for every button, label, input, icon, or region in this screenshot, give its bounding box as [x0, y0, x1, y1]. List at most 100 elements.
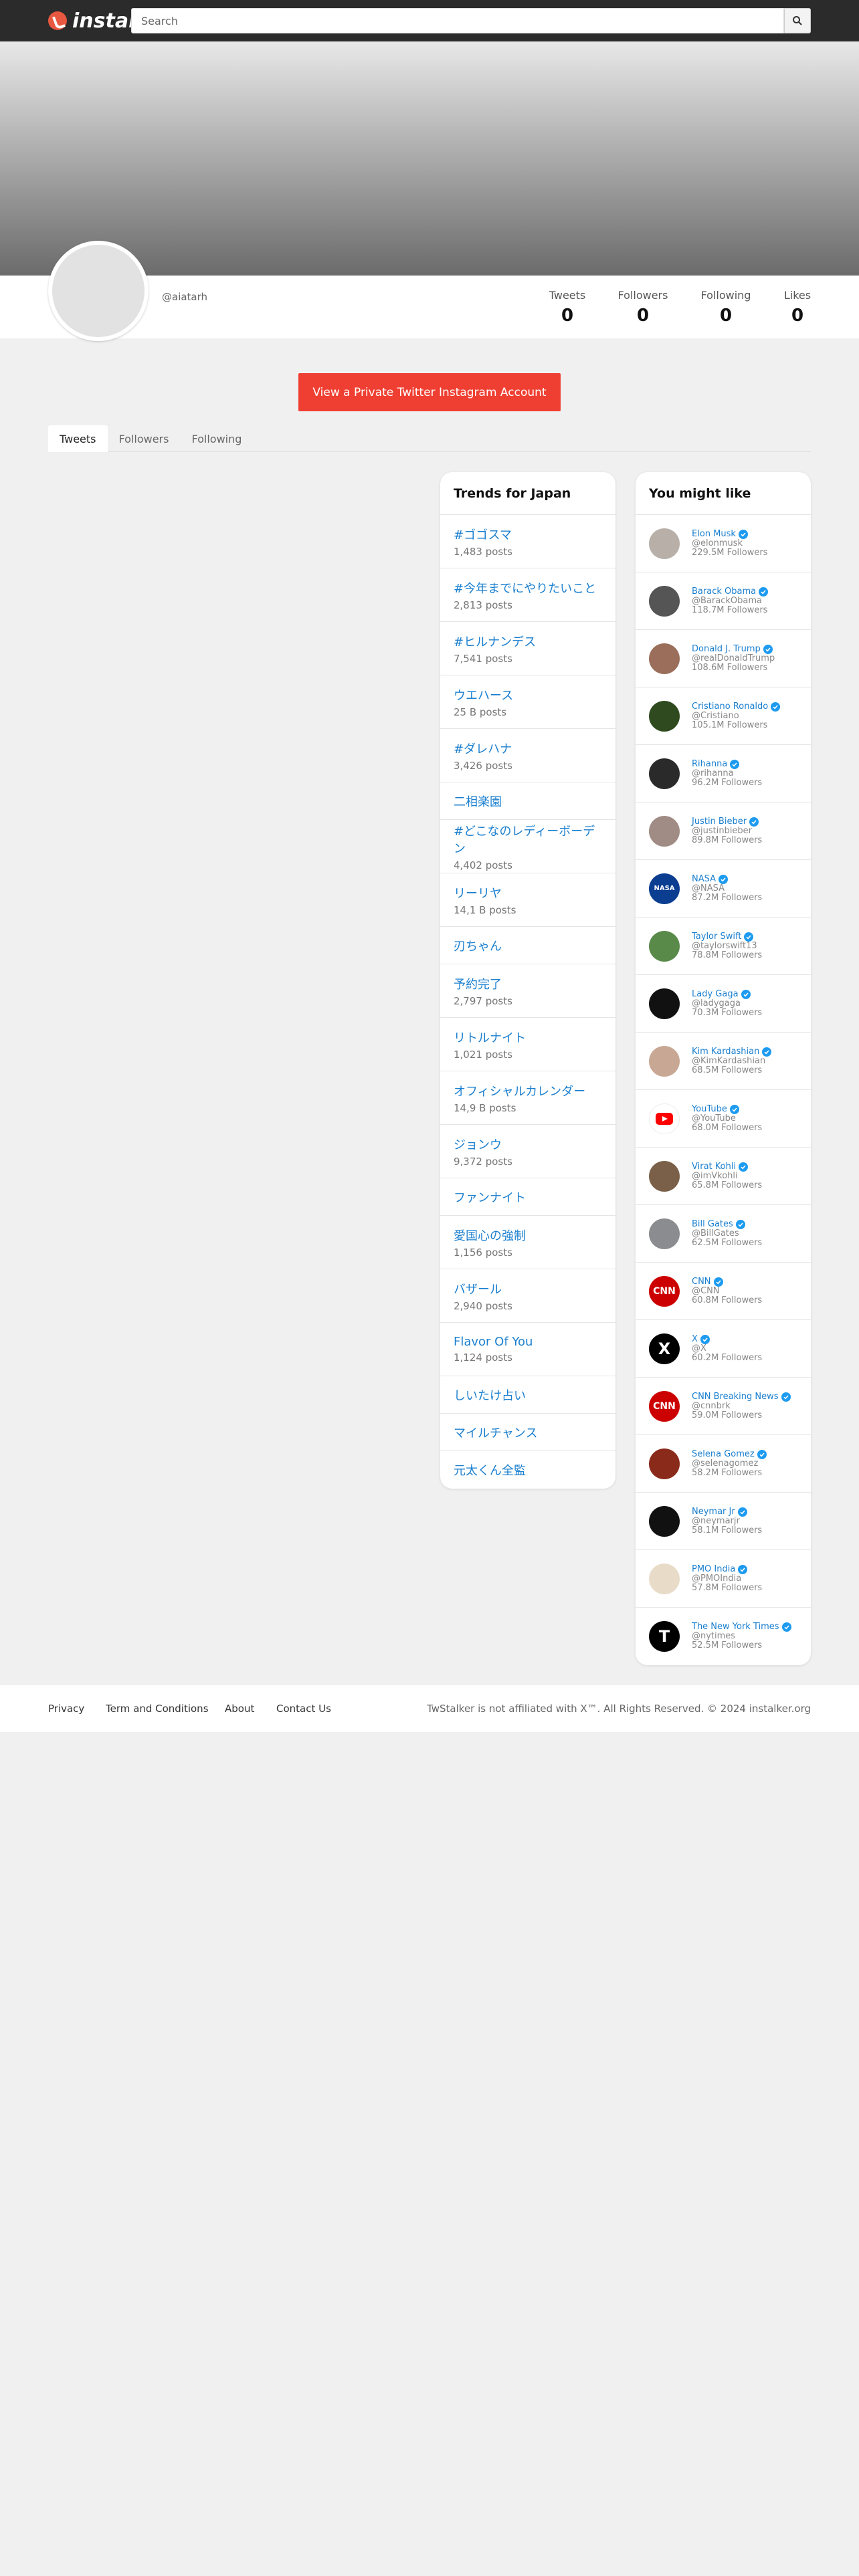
footer-link-contact[interactable]: Contact Us	[276, 1703, 331, 1715]
user-name-link[interactable]: Elon Musk	[692, 529, 767, 539]
suggested-user[interactable]: Justin Bieber @justinbieber 89.8M Follower…	[636, 802, 811, 860]
footer-link-about[interactable]: About	[225, 1703, 254, 1715]
suggested-user[interactable]: Selena Gomez @selenagomez 58.2M Followers	[636, 1435, 811, 1493]
suggested-user[interactable]: Kim Kardashian @KimKardashian 68.5M Follow…	[636, 1033, 811, 1090]
footer-link-privacy[interactable]: Privacy	[48, 1703, 84, 1715]
user-avatar[interactable]	[649, 1448, 680, 1479]
stat-following[interactable]: Following 0	[700, 289, 752, 326]
user-avatar[interactable]	[649, 528, 680, 559]
user-avatar[interactable]: NASA	[649, 873, 680, 904]
user-followers: 78.8M Followers	[692, 950, 763, 960]
user-name-link[interactable]: YouTube	[692, 1104, 762, 1114]
verified-icon	[735, 1219, 745, 1229]
user-avatar[interactable]	[649, 930, 680, 962]
suggested-user[interactable]: T The New York Times @nytimes 52.5M Followe…	[636, 1608, 811, 1665]
trend-item[interactable]: 予約完了 2,797 posts	[440, 964, 615, 1018]
user-name-link[interactable]: CNN	[692, 1277, 762, 1287]
user-avatar[interactable]	[649, 1505, 680, 1537]
user-name-link[interactable]: Kim Kardashian	[692, 1047, 772, 1057]
user-avatar[interactable]: T	[649, 1621, 680, 1652]
user-name-link[interactable]: Lady Gaga	[692, 989, 762, 999]
user-name-link[interactable]: X	[692, 1334, 762, 1344]
user-avatar[interactable]	[649, 585, 680, 617]
user-name-link[interactable]: The New York Times	[692, 1622, 791, 1632]
trend-item[interactable]: #今年までにやりたいこと 2,813 posts	[440, 568, 615, 622]
trend-item[interactable]: リーリヤ 14,1 B posts	[440, 873, 615, 927]
user-followers: 58.1M Followers	[692, 1525, 763, 1535]
user-avatar[interactable]	[649, 1563, 680, 1594]
user-name-link[interactable]: Cristiano Ronaldo	[692, 702, 781, 712]
trend-item[interactable]: 二相楽園	[440, 782, 615, 820]
tab-following[interactable]: Following	[180, 425, 253, 452]
search-input[interactable]	[131, 8, 784, 33]
verified-icon	[757, 1449, 767, 1459]
tab-tweets[interactable]: Tweets	[48, 425, 108, 452]
trend-item[interactable]: ファンナイト	[440, 1178, 615, 1216]
user-name-link[interactable]: Rihanna	[692, 759, 762, 769]
user-name-link[interactable]: Taylor Swift	[692, 932, 762, 942]
trend-posts: 2,940 posts	[454, 1299, 512, 1312]
user-avatar[interactable]	[649, 988, 680, 1019]
user-avatar[interactable]	[649, 1103, 680, 1134]
user-avatar[interactable]	[649, 1045, 680, 1077]
suggested-user[interactable]: Cristiano Ronaldo @Cristiano 105.1M Follow…	[636, 687, 811, 745]
user-name-link[interactable]: Barack Obama	[692, 586, 769, 597]
trend-item[interactable]: マイルチャンス	[440, 1414, 615, 1451]
user-name-link[interactable]: Bill Gates	[692, 1219, 762, 1229]
trend-item[interactable]: バザール 2,940 posts	[440, 1269, 615, 1323]
user-name-link[interactable]: CNN Breaking News	[692, 1392, 791, 1402]
trend-item[interactable]: オフィシャルカレンダー 14,9 B posts	[440, 1071, 615, 1125]
trend-item[interactable]: しいたけ占い	[440, 1376, 615, 1414]
suggested-user[interactable]: YouTube @YouTube 68.0M Followers	[636, 1090, 811, 1148]
suggested-user[interactable]: X X @X 60.2M Followers	[636, 1320, 811, 1378]
user-avatar[interactable]: X	[649, 1333, 680, 1364]
user-name-link[interactable]: NASA	[692, 874, 762, 884]
suggested-user[interactable]: CNN CNN @CNN 60.8M Followers	[636, 1263, 811, 1320]
suggested-user[interactable]: Taylor Swift @taylorswift13 78.8M Follower…	[636, 918, 811, 975]
suggested-user[interactable]: Lady Gaga @ladygaga 70.3M Followers	[636, 975, 811, 1033]
stat-tweets[interactable]: Tweets 0	[547, 289, 587, 326]
user-avatar[interactable]	[649, 700, 680, 732]
tab-followers[interactable]: Followers	[108, 425, 181, 452]
suggested-user[interactable]: Bill Gates @BillGates 62.5M Followers	[636, 1205, 811, 1263]
suggested-user[interactable]: Neymar Jr @neymarjr 58.1M Followers	[636, 1493, 811, 1550]
user-avatar[interactable]: CNN	[649, 1275, 680, 1307]
trend-item[interactable]: #どこなのレディーボーデン 4,402 posts	[440, 820, 615, 873]
stat-likes[interactable]: Likes 0	[783, 289, 812, 326]
suggested-user[interactable]: Rihanna @rihanna 96.2M Followers	[636, 745, 811, 802]
trend-item[interactable]: 元太くん全監	[440, 1451, 615, 1489]
trend-item[interactable]: 愛国心の強制 1,156 posts	[440, 1216, 615, 1269]
suggested-user[interactable]: Virat Kohli @imVkohli 65.8M Followers	[636, 1148, 811, 1205]
view-private-account-button[interactable]: View a Private Twitter Instagram Account	[298, 373, 561, 411]
trend-item[interactable]: #ゴゴスマ 1,483 posts	[440, 515, 615, 568]
trend-item[interactable]: #ヒルナンデス 7,541 posts	[440, 622, 615, 675]
user-name-link[interactable]: Justin Bieber	[692, 817, 762, 827]
suggested-user[interactable]: PMO India @PMOIndia 57.8M Followers	[636, 1550, 811, 1608]
trend-item[interactable]: Flavor Of You 1,124 posts	[440, 1323, 615, 1376]
footer-link-terms[interactable]: Term and Conditions	[106, 1703, 209, 1715]
trend-item[interactable]: 刃ちゃん	[440, 927, 615, 964]
trend-item[interactable]: ウエハース 25 B posts	[440, 675, 615, 729]
search-button[interactable]	[784, 8, 811, 33]
suggested-user[interactable]: NASA NASA @NASA 87.2M Followers	[636, 860, 811, 918]
user-avatar[interactable]	[649, 758, 680, 789]
user-avatar[interactable]	[649, 1218, 680, 1249]
suggested-user[interactable]: Barack Obama @BarackObama 118.7M Followers	[636, 572, 811, 630]
user-avatar[interactable]	[649, 1160, 680, 1192]
suggested-user[interactable]: Donald J. Trump @realDonaldTrump 108.6M Fo…	[636, 630, 811, 687]
stat-followers[interactable]: Followers 0	[617, 289, 669, 326]
user-name-link[interactable]: Donald J. Trump	[692, 644, 775, 654]
trend-item[interactable]: ジョンウ 9,372 posts	[440, 1125, 615, 1178]
user-name-link[interactable]: Neymar Jr	[692, 1507, 762, 1517]
trend-item[interactable]: リトルナイト 1,021 posts	[440, 1018, 615, 1071]
suggested-user[interactable]: Elon Musk @elonmusk 229.5M Followers	[636, 515, 811, 572]
user-name-link[interactable]: Selena Gomez	[692, 1449, 767, 1459]
trend-item[interactable]: #ダレハナ 3,426 posts	[440, 729, 615, 782]
user-name: PMO India	[692, 1564, 736, 1574]
user-avatar[interactable]: CNN	[649, 1390, 680, 1422]
user-avatar[interactable]	[649, 643, 680, 674]
user-avatar[interactable]	[649, 815, 680, 847]
user-name-link[interactable]: Virat Kohli	[692, 1162, 762, 1172]
user-name-link[interactable]: PMO India	[692, 1564, 762, 1574]
suggested-user[interactable]: CNN CNN Breaking News @cnnbrk 59.0M Followe…	[636, 1378, 811, 1435]
